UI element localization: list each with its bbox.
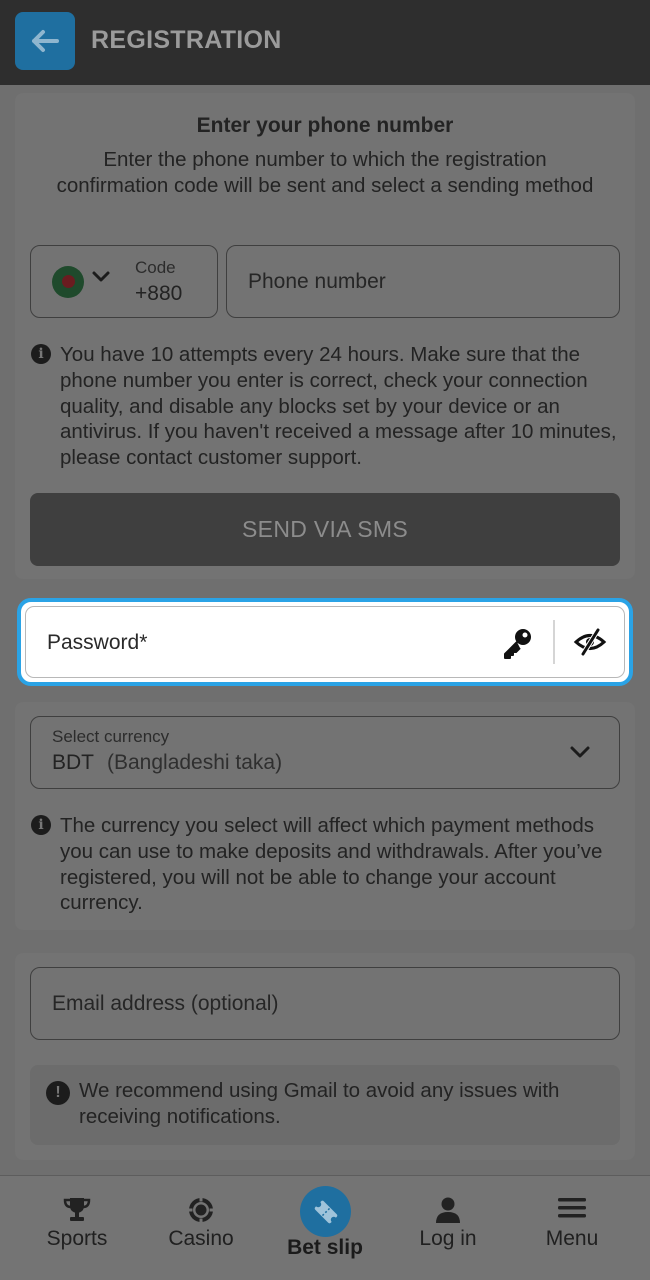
- password-label: Password*: [47, 631, 148, 654]
- code-label: Code: [135, 258, 176, 277]
- chevron-down-icon: [92, 271, 110, 282]
- phone-number-placeholder: Phone number: [248, 270, 386, 293]
- bottom-nav: Sports Casino Bet slip Log in Menu: [0, 1175, 650, 1280]
- send-via-sms-button[interactable]: SEND VIA SMS: [30, 493, 620, 566]
- password-input[interactable]: Password*: [25, 606, 625, 678]
- password-field-focus-ring: Password*: [17, 598, 633, 686]
- nav-label-bet-slip: Bet slip: [287, 1236, 363, 1259]
- eye-slash-icon[interactable]: [573, 627, 607, 657]
- nav-label-casino: Casino: [168, 1227, 234, 1250]
- top-bar: REGISTRATION: [0, 0, 650, 85]
- nav-item-log-in[interactable]: Log in: [383, 1176, 513, 1280]
- password-divider: [553, 620, 555, 664]
- key-icon[interactable]: [500, 626, 534, 660]
- email-input[interactable]: Email address (optional): [30, 967, 620, 1040]
- nav-item-menu[interactable]: Menu: [507, 1176, 637, 1280]
- gmail-notice-text: We recommend using Gmail to avoid any is…: [79, 1079, 560, 1128]
- code-value: +880: [135, 282, 183, 305]
- info-icon: i: [31, 815, 51, 835]
- currency-select[interactable]: Select currency BDT (Bangladeshi taka): [30, 716, 620, 789]
- nav-item-sports[interactable]: Sports: [12, 1176, 142, 1280]
- arrow-left-icon: [32, 30, 59, 52]
- currency-label: Select currency: [52, 727, 170, 746]
- info-icon: i: [31, 344, 51, 364]
- currency-info-text: The currency you select will affect whic…: [60, 814, 603, 915]
- nav-label-sports: Sports: [46, 1227, 108, 1250]
- bet-slip-badge: [300, 1186, 351, 1237]
- phone-number-input[interactable]: Phone number: [226, 245, 620, 318]
- ticket-icon: [314, 1200, 337, 1223]
- email-card: Email address (optional) ! We recommend …: [15, 953, 635, 1160]
- currency-code: BDT: [52, 751, 94, 774]
- phone-section-title: Enter your phone number: [196, 114, 454, 137]
- phone-section-description: Enter the phone number to which the regi…: [56, 148, 594, 197]
- gmail-notice: ! We recommend using Gmail to avoid any …: [30, 1065, 620, 1145]
- nav-label-log-in: Log in: [419, 1227, 477, 1250]
- exclamation-icon: !: [46, 1081, 70, 1105]
- page-title: REGISTRATION: [91, 26, 282, 54]
- chevron-down-icon: [570, 746, 590, 758]
- casino-chip-icon: [188, 1197, 214, 1223]
- hamburger-menu-icon: [558, 1198, 586, 1218]
- user-icon: [436, 1197, 460, 1223]
- email-placeholder: Email address (optional): [52, 992, 279, 1015]
- nav-label-menu: Menu: [545, 1227, 599, 1250]
- nav-item-casino[interactable]: Casino: [136, 1176, 266, 1280]
- currency-card: Select currency BDT (Bangladeshi taka) i…: [15, 702, 635, 930]
- bangladesh-flag-icon: [52, 266, 84, 298]
- nav-item-bet-slip[interactable]: Bet slip: [260, 1176, 390, 1280]
- country-code-select[interactable]: Code +880: [30, 245, 218, 318]
- currency-name: (Bangladeshi taka): [107, 751, 283, 774]
- phone-card: Enter your phone number Enter the phone …: [15, 93, 635, 579]
- trophy-icon: [63, 1198, 91, 1221]
- back-button[interactable]: [15, 12, 75, 70]
- attempts-info-text: You have 10 attempts every 24 hours. Mak…: [60, 343, 617, 470]
